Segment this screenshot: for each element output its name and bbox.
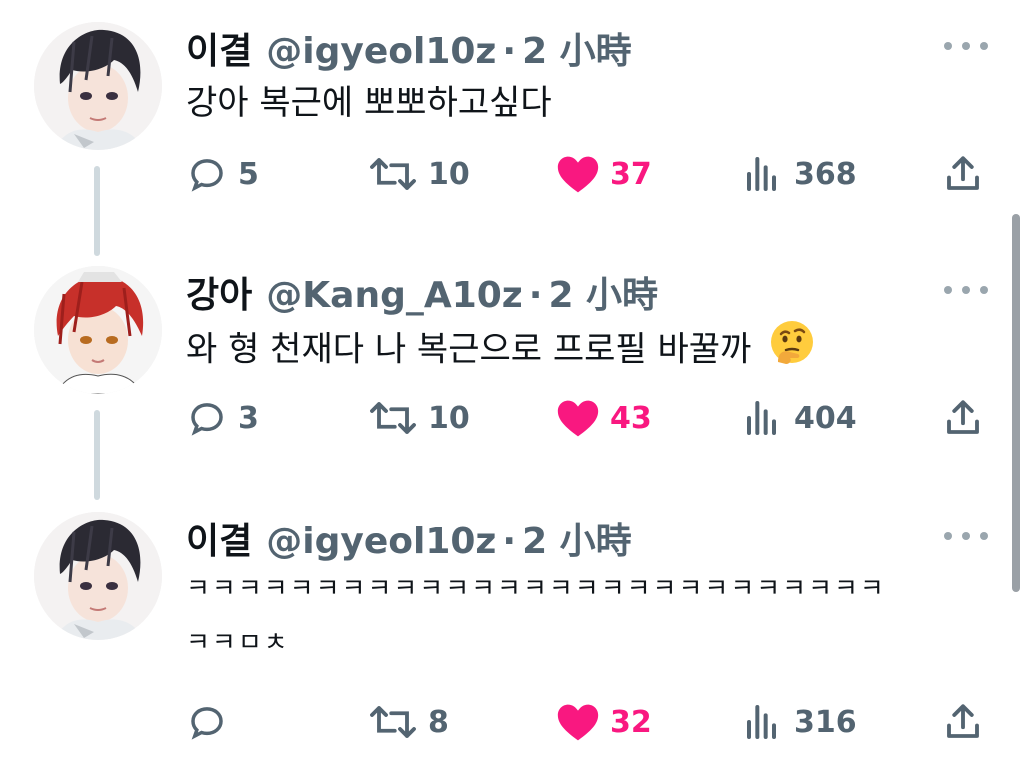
- tweet-header: 이결 @igyeol10z · 2 小時: [186, 22, 632, 72]
- like-button[interactable]: 43: [556, 396, 652, 440]
- reply-button[interactable]: 5: [186, 152, 259, 196]
- retweet-icon: [370, 158, 416, 190]
- like-icon: [557, 156, 599, 193]
- share-button[interactable]: [942, 396, 984, 440]
- author-name[interactable]: 이결: [186, 512, 252, 564]
- reply-icon: [191, 707, 223, 740]
- avatar[interactable]: [34, 22, 162, 150]
- share-icon: [947, 704, 979, 738]
- retweet-count: 8: [428, 704, 449, 740]
- reply-count: 5: [238, 156, 259, 192]
- tweet-text-body: 와 형 천재다 나 복근으로 프로필 바꿀까: [186, 329, 752, 370]
- views-icon: [747, 705, 776, 739]
- timestamp[interactable]: 2 小時: [522, 22, 632, 74]
- views-button[interactable]: 316: [744, 700, 857, 744]
- tweet-text: 와 형 천재다 나 복근으로 프로필 바꿀까: [186, 318, 816, 384]
- retweet-count: 10: [428, 156, 470, 192]
- views-icon: [747, 401, 776, 435]
- more-icon[interactable]: [944, 280, 988, 300]
- reply-button[interactable]: 3: [186, 396, 259, 440]
- scrollbar[interactable]: [1012, 214, 1020, 592]
- thinking-face-icon: [768, 318, 816, 384]
- like-button[interactable]: 37: [556, 152, 652, 196]
- separator-dot: ·: [502, 31, 517, 72]
- avatar[interactable]: [34, 512, 162, 640]
- like-count: 37: [610, 156, 652, 192]
- thread-line: [94, 166, 100, 256]
- share-button[interactable]: [942, 152, 984, 196]
- share-icon: [947, 156, 979, 190]
- views-icon: [747, 157, 776, 191]
- action-bar: 5 10 37 368: [186, 152, 986, 196]
- retweet-button[interactable]: 10: [368, 152, 470, 196]
- reply-icon: [191, 159, 223, 192]
- avatar[interactable]: [34, 266, 162, 394]
- like-button[interactable]: 32: [556, 700, 652, 744]
- retweet-icon: [370, 706, 416, 738]
- views-button[interactable]: 404: [744, 396, 857, 440]
- views-count: 404: [794, 400, 857, 436]
- like-icon: [557, 400, 599, 437]
- timestamp[interactable]: 2 小時: [548, 266, 658, 318]
- author-handle[interactable]: @Kang_A10z: [266, 275, 523, 316]
- share-icon: [947, 400, 979, 434]
- retweet-count: 10: [428, 400, 470, 436]
- views-button[interactable]: 368: [744, 152, 857, 196]
- reply-button[interactable]: [186, 700, 238, 744]
- more-icon[interactable]: [944, 526, 988, 546]
- action-bar: 8 32 316: [186, 700, 986, 744]
- tweet-text-line: ㅋㅋㅁㅊ: [186, 628, 290, 658]
- like-count: 32: [610, 704, 652, 740]
- retweet-button[interactable]: 8: [368, 700, 449, 744]
- action-bar: 3 10 43 404: [186, 396, 986, 440]
- tweet-text: 강아 복근에 뽀뽀하고싶다: [186, 83, 552, 123]
- reply-icon: [191, 403, 223, 436]
- retweet-button[interactable]: 10: [368, 396, 470, 440]
- tweet-header: 강아 @Kang_A10z · 2 小時: [186, 266, 658, 316]
- tweet-text: ㅋㅋㅋㅋㅋㅋㅋㅋㅋㅋㅋㅋㅋㅋㅋㅋㅋㅋㅋㅋㅋㅋㅋㅋㅋㅋㅋ ㅋㅋㅁㅊ: [186, 562, 886, 670]
- share-button[interactable]: [942, 700, 984, 744]
- thread-line: [94, 410, 100, 500]
- like-icon: [557, 704, 599, 741]
- timestamp[interactable]: 2 小時: [522, 512, 632, 564]
- author-handle[interactable]: @igyeol10z: [266, 31, 496, 72]
- author-name[interactable]: 강아: [186, 266, 252, 318]
- author-name[interactable]: 이결: [186, 22, 252, 74]
- tweet-text-line: ㅋㅋㅋㅋㅋㅋㅋㅋㅋㅋㅋㅋㅋㅋㅋㅋㅋㅋㅋㅋㅋㅋㅋㅋㅋㅋㅋ: [186, 574, 886, 604]
- tweet-header: 이결 @igyeol10z · 2 小時: [186, 512, 632, 562]
- more-icon[interactable]: [944, 36, 988, 56]
- separator-dot: ·: [502, 521, 517, 562]
- reply-count: 3: [238, 400, 259, 436]
- views-count: 368: [794, 156, 857, 192]
- like-count: 43: [610, 400, 652, 436]
- views-count: 316: [794, 704, 857, 740]
- retweet-icon: [370, 402, 416, 434]
- author-handle[interactable]: @igyeol10z: [266, 521, 496, 562]
- separator-dot: ·: [528, 275, 543, 316]
